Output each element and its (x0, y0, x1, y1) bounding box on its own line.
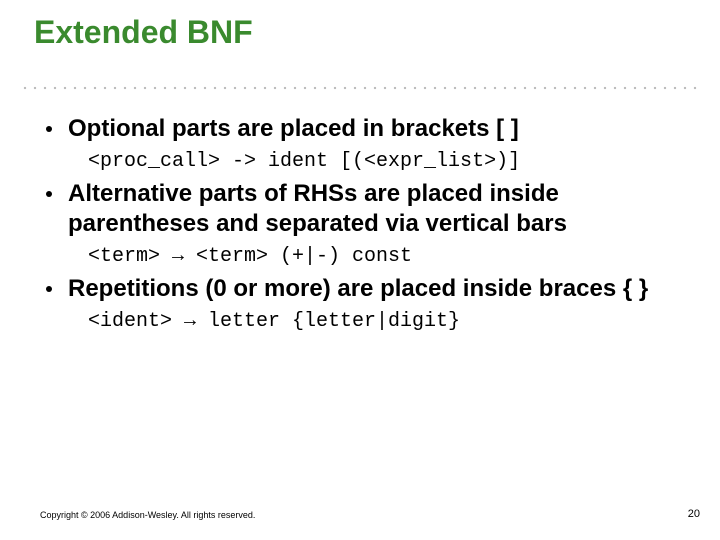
bullet-text: Repetitions (0 or more) are placed insid… (68, 274, 648, 304)
slide: Extended BNF Optional parts are placed i… (0, 0, 720, 540)
bullet-dot-icon (46, 126, 52, 132)
bullet-text: Alternative parts of RHSs are placed ins… (68, 179, 680, 239)
bullet-item: Alternative parts of RHSs are placed ins… (40, 179, 680, 239)
bullet-dot-icon (46, 191, 52, 197)
code-line: <term> → <term> (+|-) const (88, 245, 680, 268)
page-number: 20 (688, 508, 700, 520)
copyright-text: Copyright © 2006 Addison-Wesley. All rig… (40, 510, 255, 520)
slide-title: Extended BNF (34, 14, 253, 51)
divider-line (20, 86, 700, 90)
bullet-item: Optional parts are placed in brackets [ … (40, 114, 680, 144)
code-line: <ident> → letter {letter|digit} (88, 310, 680, 333)
code-line: <proc_call> -> ident [(<expr_list>)] (88, 150, 680, 173)
bullet-dot-icon (46, 286, 52, 292)
bullet-text: Optional parts are placed in brackets [ … (68, 114, 519, 144)
bullet-item: Repetitions (0 or more) are placed insid… (40, 274, 680, 304)
content-area: Optional parts are placed in brackets [ … (40, 108, 680, 335)
